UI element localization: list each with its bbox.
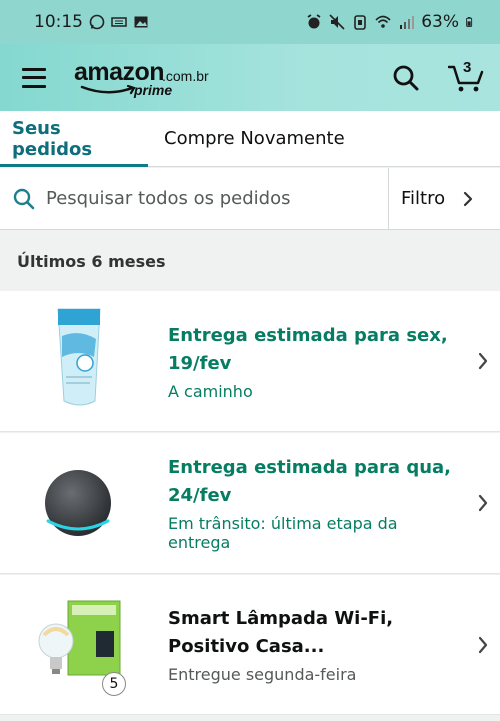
filter-label: Filtro bbox=[401, 188, 446, 209]
search-box[interactable] bbox=[0, 168, 388, 229]
image-icon bbox=[134, 16, 148, 28]
hamburger-menu-icon[interactable] bbox=[22, 67, 46, 88]
cart-button[interactable]: 3 bbox=[447, 59, 484, 93]
signal-icon bbox=[400, 16, 415, 29]
order-thumbnail: 5 bbox=[0, 575, 168, 714]
app-header: amazon .com.br prime 3 bbox=[0, 44, 500, 111]
order-status: Em trânsito: última etapa da entrega bbox=[168, 514, 398, 552]
battery-icon bbox=[466, 17, 473, 27]
whatsapp-icon bbox=[89, 14, 105, 30]
quantity-badge: 5 bbox=[102, 672, 126, 696]
filter-button[interactable]: Filtro bbox=[388, 168, 500, 229]
status-time: 10:15 bbox=[34, 12, 83, 32]
alarm-icon bbox=[307, 14, 321, 29]
search-icon[interactable] bbox=[392, 64, 420, 92]
orders-tabs: Seus pedidos Compre Novamente bbox=[0, 111, 500, 167]
order-item[interactable]: 5 Smart Lâmpada Wi-Fi, Positivo Casa... … bbox=[0, 575, 500, 715]
search-row: Filtro bbox=[0, 168, 500, 230]
notification-icons bbox=[89, 14, 149, 30]
logo-prime: prime bbox=[134, 81, 173, 98]
chevron-right-icon bbox=[478, 636, 488, 653]
order-title: Entrega estimada para qua, 24/fev bbox=[168, 457, 451, 506]
chevron-right-icon bbox=[478, 494, 488, 512]
battery-percentage: 63% bbox=[421, 12, 459, 32]
tab-your-orders[interactable]: Seus pedidos bbox=[0, 111, 148, 167]
order-status: A caminho bbox=[168, 381, 253, 401]
wifi-icon bbox=[375, 15, 391, 28]
search-icon bbox=[13, 188, 35, 209]
sunscreen-tube-icon bbox=[57, 308, 101, 406]
status-bar: 10:15 63% bbox=[0, 0, 500, 44]
order-status: Entregue segunda-feira bbox=[168, 665, 357, 684]
order-item[interactable]: Entrega estimada para qua, 24/fev Em trâ… bbox=[0, 433, 500, 574]
smart-bulb-icon bbox=[38, 600, 121, 676]
cart-count: 3 bbox=[463, 58, 472, 76]
logo-smile-icon bbox=[80, 84, 136, 94]
order-title: Smart Lâmpada Wi-Fi, Positivo Casa... bbox=[168, 608, 394, 657]
chevron-right-icon bbox=[464, 191, 473, 206]
amazon-prime-logo[interactable]: amazon .com.br prime bbox=[74, 58, 224, 98]
tab-buy-again[interactable]: Compre Novamente bbox=[148, 111, 357, 166]
data-saver-icon bbox=[354, 15, 367, 30]
system-icons: 63% bbox=[306, 12, 476, 32]
search-input[interactable] bbox=[46, 188, 376, 209]
chevron-right-icon bbox=[478, 352, 488, 370]
section-title: Últimos 6 meses bbox=[0, 231, 500, 291]
order-thumbnail bbox=[0, 433, 168, 573]
mute-icon bbox=[329, 14, 345, 30]
order-item[interactable]: Entrega estimada para sex, 19/fev A cami… bbox=[0, 291, 500, 432]
smart-speaker-icon bbox=[45, 470, 111, 536]
order-thumbnail bbox=[0, 291, 168, 431]
order-title: Entrega estimada para sex, 19/fev bbox=[168, 324, 448, 374]
ticket-icon bbox=[111, 17, 127, 27]
